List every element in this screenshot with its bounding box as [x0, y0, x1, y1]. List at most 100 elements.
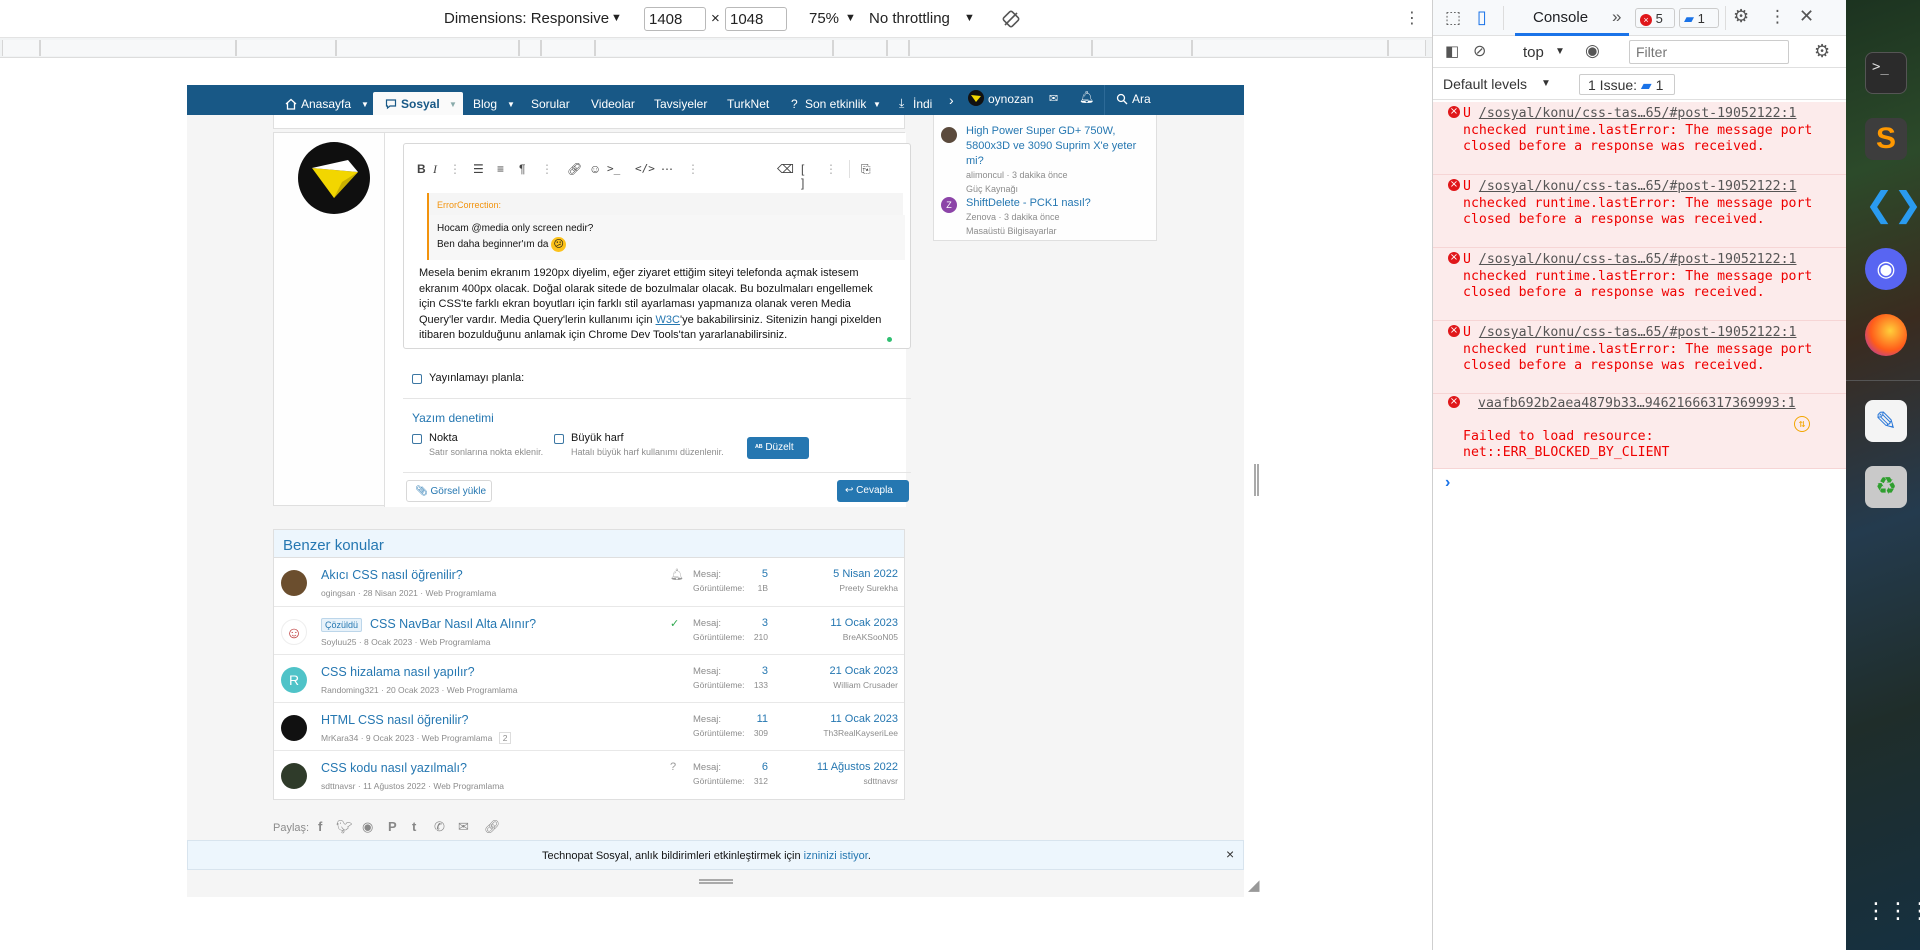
height-input[interactable] [725, 7, 787, 31]
discord-icon[interactable]: ◉ [1865, 248, 1907, 290]
resize-handle[interactable] [699, 879, 733, 884]
thread-title[interactable]: CSS hizalama nasıl yapılır? [321, 665, 475, 679]
eye-icon[interactable]: ◉ [1585, 41, 1600, 61]
reply-button[interactable]: ↩ Cevapla [837, 480, 909, 502]
close-icon[interactable]: × [1226, 846, 1234, 862]
issue-count-badge[interactable]: ▰ 1 [1679, 8, 1719, 28]
nav-videolar[interactable]: Videolar [591, 97, 635, 111]
more-icon[interactable]: ⋮ [825, 162, 837, 176]
avatar[interactable] [281, 763, 307, 789]
align-icon[interactable]: ≡ [497, 162, 504, 176]
chevron-right-icon[interactable]: › [949, 92, 954, 108]
more-icon[interactable]: ⋮ [449, 162, 461, 176]
nav-turknet[interactable]: TurkNet [727, 97, 769, 111]
console-prompt[interactable]: › [1445, 474, 1450, 492]
terminal-icon[interactable]: >_ [1865, 52, 1907, 94]
upload-image-button[interactable]: 📎︎ Görsel yükle [406, 480, 492, 502]
schedule-checkbox[interactable] [412, 374, 422, 384]
bell-icon[interactable]: 🔔︎ [670, 568, 684, 581]
email-icon[interactable]: ✉ [458, 819, 469, 835]
last-post-user[interactable]: William Crusader [782, 680, 898, 690]
bell-icon[interactable]: 🔔︎ [1079, 90, 1094, 104]
last-post-date[interactable]: 21 Ocak 2023 [782, 665, 899, 677]
whatsapp-icon[interactable]: ✆ [434, 819, 445, 835]
nav-sosyal[interactable]: Sosyal [401, 97, 440, 111]
corner-resize-icon[interactable]: ◢ [1248, 876, 1260, 894]
more-options-icon[interactable]: ⋮ [1769, 7, 1786, 27]
thread-title[interactable]: HTML CSS nasıl öğrenilir? [321, 713, 469, 727]
issues-button[interactable]: 1 Issue: ▰ 1 [1579, 74, 1675, 95]
bold-icon[interactable]: B [417, 162, 426, 176]
user-avatar[interactable] [968, 90, 984, 106]
page-link[interactable]: 2 [498, 732, 512, 744]
last-post-date[interactable]: 11 Ağustos 2022 [782, 761, 898, 773]
nav-indir[interactable]: İndir [913, 97, 933, 111]
facebook-icon[interactable]: f [318, 819, 322, 834]
mail-icon[interactable]: ✉ [1049, 92, 1058, 105]
notification-permission-link[interactable]: izninizi istiyor [804, 850, 868, 862]
link-icon[interactable]: 🔗︎ [567, 162, 582, 176]
firefox-icon[interactable] [1865, 314, 1907, 356]
device-toggle-icon[interactable]: ▯ [1477, 7, 1487, 28]
editor-body[interactable]: Mesela benim ekranım 1920px diyelim, eğe… [419, 266, 899, 344]
reddit-icon[interactable]: ◉ [362, 819, 373, 835]
close-icon[interactable]: ✕ [1799, 6, 1814, 27]
nav-tavsiyeler[interactable]: Tavsiyeler [654, 97, 707, 111]
last-post-user[interactable]: Preety Surekha [782, 583, 898, 593]
settings-gear-icon[interactable]: ⚙ [1733, 6, 1749, 27]
last-post-date[interactable]: 5 Nisan 2022 [782, 568, 898, 580]
thread-title[interactable]: Akıcı CSS nasıl öğrenilir? [321, 568, 463, 582]
paragraph-icon[interactable]: ¶ [519, 162, 525, 176]
throttling-dropdown[interactable]: No throttling [869, 10, 950, 27]
context-select[interactable]: top [1523, 44, 1544, 61]
inspect-element-icon[interactable]: ⬚ [1445, 8, 1461, 28]
console-settings-icon[interactable]: ⚙ [1814, 41, 1830, 62]
bbcode-icon[interactable]: [ ] [801, 162, 804, 190]
nav-son-etkinlik[interactable]: Son etkinlik [805, 97, 866, 111]
last-post-user[interactable]: BreAKSooN05 [782, 632, 898, 642]
nav-anasayfa[interactable]: Anasayfa [301, 97, 351, 111]
avatar[interactable]: ☺ [281, 619, 307, 645]
code-icon[interactable]: >_ [607, 162, 620, 175]
nav-blog[interactable]: Blog [473, 97, 497, 111]
eraser-icon[interactable]: ⌫ [777, 162, 794, 176]
last-post-user[interactable]: sdttnavsr [782, 776, 899, 786]
italic-icon[interactable]: I [433, 162, 437, 177]
more-icon[interactable]: ⋮ [541, 162, 553, 176]
dimensions-dropdown[interactable]: Dimensions: Responsive [444, 10, 609, 27]
period-checkbox[interactable] [412, 434, 422, 444]
preview-icon[interactable]: ⎘ [861, 162, 871, 177]
vscode-icon[interactable]: ❮❯ [1865, 184, 1920, 226]
clear-console-icon[interactable]: ⊘ [1473, 41, 1486, 61]
quote-author[interactable]: ErrorCorrection: [437, 200, 501, 210]
sidebar-thread-title[interactable]: ShiftDelete - PCK1 nasıl? [966, 197, 1091, 209]
last-post-date[interactable]: 11 Ocak 2023 [782, 713, 898, 725]
side-resize-handle[interactable] [1254, 464, 1259, 496]
fix-button[interactable]: ᴬᴮ Düzelt [747, 437, 809, 459]
error-count-badge[interactable]: × 5 [1635, 8, 1675, 28]
log-levels-dropdown[interactable]: Default levels [1443, 76, 1527, 92]
nav-sorular[interactable]: Sorular [531, 97, 570, 111]
w3c-link[interactable]: W3C [656, 314, 680, 326]
more-tabs-icon[interactable]: » [1612, 7, 1621, 27]
source-link[interactable]: /sosyal/konu/css-tas…65/#post-19052122:1 [1479, 179, 1797, 194]
tab-console[interactable]: Console [1533, 9, 1588, 26]
more-horizontal-icon[interactable]: ⋯ [661, 162, 673, 176]
source-link[interactable]: vaafb692b2aea4879b33…94621666317369993:1 [1478, 396, 1796, 411]
capital-checkbox[interactable] [554, 434, 564, 444]
width-input[interactable] [644, 7, 706, 31]
source-link[interactable]: /sosyal/konu/css-tas…65/#post-19052122:1 [1479, 252, 1797, 267]
more-icon[interactable]: ⋮ [687, 162, 699, 176]
last-post-date[interactable]: 11 Ocak 2023 [782, 617, 898, 629]
trash-icon[interactable]: ♻ [1865, 466, 1907, 508]
pinterest-icon[interactable]: P [388, 819, 397, 834]
user-name[interactable]: oynozan [988, 92, 1033, 106]
sidebar-thread-forum[interactable]: Masaüstü Bilgisayarlar [966, 226, 1057, 236]
app-grid-icon[interactable]: ⋮⋮⋮ [1865, 890, 1920, 932]
thread-title[interactable]: CSS kodu nasıl yazılmalı? [321, 761, 467, 775]
sublime-text-icon[interactable]: S [1865, 118, 1907, 160]
more-options-icon[interactable]: ⋮ [1404, 8, 1420, 28]
avatar[interactable] [281, 570, 307, 596]
rotate-icon[interactable] [1001, 9, 1021, 29]
source-link[interactable]: /sosyal/konu/css-tas…65/#post-19052122:1 [1479, 325, 1797, 340]
